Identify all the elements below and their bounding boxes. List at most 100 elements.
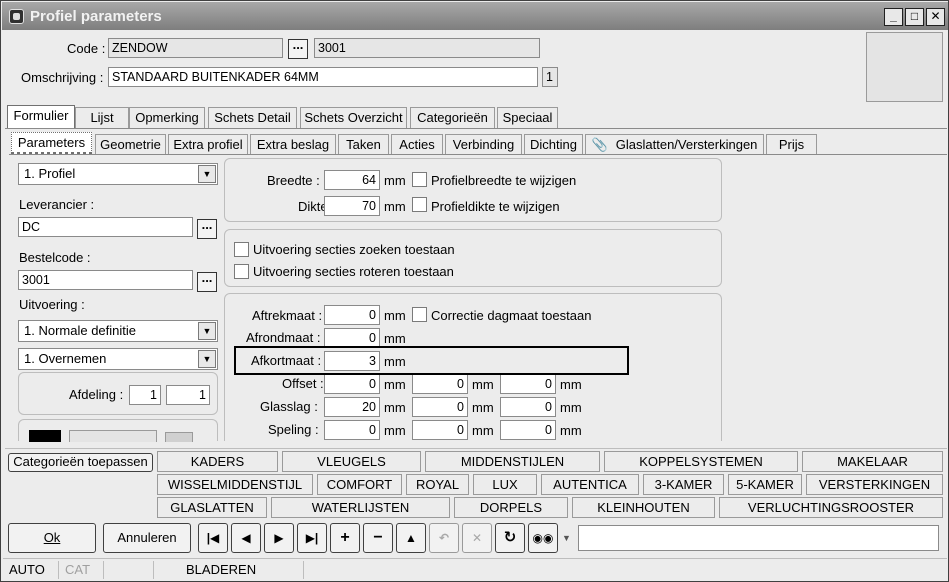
app-icon bbox=[9, 9, 24, 24]
cat-3-kamer[interactable]: 3-KAMER bbox=[643, 474, 724, 495]
cat-verluchtingsrooster[interactable]: VERLUCHTINGSROOSTER bbox=[719, 497, 943, 518]
tab-schets-overzicht[interactable]: Schets Overzicht bbox=[300, 107, 407, 128]
cat-royal[interactable]: ROYAL bbox=[406, 474, 469, 495]
secties-zoeken-checkbox[interactable] bbox=[234, 242, 249, 257]
code-lookup-button[interactable]: ... bbox=[288, 38, 308, 59]
cat-waterlijsten[interactable]: WATERLIJSTEN bbox=[271, 497, 450, 518]
dikte-field[interactable]: 70 bbox=[324, 196, 380, 216]
cat-middenstijlen[interactable]: MIDDENSTIJLEN bbox=[425, 451, 600, 472]
first-record-button[interactable]: |◀ bbox=[198, 523, 228, 553]
cat-comfort[interactable]: COMFORT bbox=[317, 474, 402, 495]
code-field[interactable]: ZENDOW bbox=[108, 38, 283, 58]
cat-makelaar[interactable]: MAKELAAR bbox=[802, 451, 943, 472]
cat-wisselmiddenstijl[interactable]: WISSELMIDDENSTIJL bbox=[157, 474, 313, 495]
tab-parameters[interactable]: Parameters bbox=[11, 132, 92, 155]
color-swatch[interactable] bbox=[29, 430, 61, 442]
title-bar[interactable]: Profiel parameters _ □ ✕ bbox=[2, 2, 948, 30]
tab-schets-detail[interactable]: Schets Detail bbox=[208, 107, 297, 128]
color-button[interactable] bbox=[69, 430, 157, 442]
aftrekmaat-unit: mm bbox=[384, 308, 406, 323]
minimize-button[interactable]: _ bbox=[884, 8, 903, 26]
speling-field-1[interactable]: 0 bbox=[324, 420, 380, 440]
ok-button[interactable]: Ok bbox=[8, 523, 96, 553]
offset-field-1[interactable]: 0 bbox=[324, 374, 380, 394]
undo-button[interactable]: ↶ bbox=[429, 523, 459, 553]
cat-vleugels[interactable]: VLEUGELS bbox=[282, 451, 421, 472]
tab-extra-profiel[interactable]: Extra profiel bbox=[168, 134, 248, 155]
cat-glaslatten[interactable]: GLASLATTEN bbox=[157, 497, 267, 518]
afdeling-field-1[interactable]: 1 bbox=[129, 385, 161, 405]
afdeling-field-2[interactable]: 1 bbox=[166, 385, 210, 405]
offset-field-2[interactable]: 0 bbox=[412, 374, 468, 394]
tab-opmerking[interactable]: Opmerking bbox=[129, 107, 205, 128]
tab-extra-beslag[interactable]: Extra beslag bbox=[250, 134, 336, 155]
next-record-button[interactable]: ▶ bbox=[264, 523, 294, 553]
search-button[interactable]: ◉◉ bbox=[528, 523, 558, 553]
tab-dichting[interactable]: Dichting bbox=[524, 134, 583, 155]
profielbreedte-label: Profielbreedte te wijzigen bbox=[431, 173, 577, 188]
cat-kleinhouten[interactable]: KLEINHOUTEN bbox=[572, 497, 715, 518]
tab-speciaal[interactable]: Speciaal bbox=[497, 107, 558, 128]
refresh-button[interactable]: ↻ bbox=[495, 523, 525, 553]
aftrekmaat-field[interactable]: 0 bbox=[324, 305, 380, 325]
speling-field-3[interactable]: 0 bbox=[500, 420, 556, 440]
profieldikte-checkbox[interactable] bbox=[412, 197, 427, 212]
uitvoering-select[interactable]: 1. Normale definitie ▼ bbox=[18, 320, 218, 342]
speling-field-2[interactable]: 0 bbox=[412, 420, 468, 440]
categorieen-toepassen-button[interactable]: Categorieën toepassen bbox=[8, 453, 153, 472]
leverancier-lookup-button[interactable]: ... bbox=[197, 218, 217, 239]
search-input[interactable] bbox=[578, 525, 939, 551]
tab-categorieen[interactable]: Categorieën bbox=[410, 107, 495, 128]
cancel-edit-button[interactable]: ✕ bbox=[462, 523, 492, 553]
tab-geometrie[interactable]: Geometrie bbox=[95, 134, 166, 155]
cat-dorpels[interactable]: DORPELS bbox=[454, 497, 568, 518]
tab-glaslatten[interactable]: 📎 Glaslatten/Versterkingen bbox=[585, 134, 764, 155]
minimize-icon: _ bbox=[890, 9, 897, 23]
tab-taken[interactable]: Taken bbox=[338, 134, 389, 155]
secties-roteren-checkbox[interactable] bbox=[234, 264, 249, 279]
search-dropdown-icon[interactable]: ▼ bbox=[562, 533, 571, 543]
glasslag-field-1[interactable]: 20 bbox=[324, 397, 380, 417]
maximize-button[interactable]: □ bbox=[905, 8, 924, 26]
chevron-down-icon[interactable]: ▼ bbox=[198, 350, 216, 368]
cat-koppelsystemen[interactable]: KOPPELSYSTEMEN bbox=[604, 451, 798, 472]
leverancier-field[interactable]: DC bbox=[18, 217, 193, 237]
offset-unit-1: mm bbox=[384, 377, 406, 392]
tab-prijs[interactable]: Prijs bbox=[766, 134, 817, 155]
bestelcode-lookup-button[interactable]: ... bbox=[197, 271, 217, 292]
tab-verbinding[interactable]: Verbinding bbox=[445, 134, 522, 155]
chevron-down-icon[interactable]: ▼ bbox=[198, 322, 216, 340]
close-button[interactable]: ✕ bbox=[926, 8, 945, 26]
overnemen-select[interactable]: 1. Overnemen ▼ bbox=[18, 348, 218, 370]
code-number-field[interactable]: 3001 bbox=[314, 38, 540, 58]
tab-acties[interactable]: Acties bbox=[391, 134, 443, 155]
color-dropdown[interactable] bbox=[165, 432, 193, 442]
remove-record-button[interactable]: − bbox=[363, 523, 393, 553]
close-icon: ✕ bbox=[930, 9, 941, 23]
tab-lijst[interactable]: Lijst bbox=[75, 107, 129, 128]
cat-5-kamer[interactable]: 5-KAMER bbox=[728, 474, 802, 495]
cat-autentica[interactable]: AUTENTICA bbox=[541, 474, 639, 495]
bestelcode-field[interactable]: 3001 bbox=[18, 270, 193, 290]
breedte-field[interactable]: 64 bbox=[324, 170, 380, 190]
last-record-button[interactable]: ▶| bbox=[297, 523, 327, 553]
omschrijving-field[interactable]: STANDAARD BUITENKADER 64MM bbox=[108, 67, 538, 87]
up-button[interactable]: ▲ bbox=[396, 523, 426, 553]
offset-field-3[interactable]: 0 bbox=[500, 374, 556, 394]
correctie-dagmaat-checkbox[interactable] bbox=[412, 307, 427, 322]
cat-lux[interactable]: LUX bbox=[473, 474, 537, 495]
glasslag-field-2[interactable]: 0 bbox=[412, 397, 468, 417]
cat-versterkingen[interactable]: VERSTERKINGEN bbox=[806, 474, 943, 495]
previous-record-button[interactable]: ◀ bbox=[231, 523, 261, 553]
afrondmaat-field[interactable]: 0 bbox=[324, 328, 380, 348]
annuleren-button[interactable]: Annuleren bbox=[103, 523, 191, 553]
color-panel bbox=[18, 419, 218, 442]
glasslag-field-3[interactable]: 0 bbox=[500, 397, 556, 417]
chevron-down-icon[interactable]: ▼ bbox=[198, 165, 216, 183]
profielbreedte-checkbox[interactable] bbox=[412, 172, 427, 187]
cat-kaders[interactable]: KADERS bbox=[157, 451, 278, 472]
profiel-select[interactable]: 1. Profiel ▼ bbox=[18, 163, 218, 185]
add-record-button[interactable]: + bbox=[330, 523, 360, 553]
afdeling-panel: Afdeling : 1 1 bbox=[18, 372, 218, 415]
tab-formulier[interactable]: Formulier bbox=[7, 105, 75, 128]
